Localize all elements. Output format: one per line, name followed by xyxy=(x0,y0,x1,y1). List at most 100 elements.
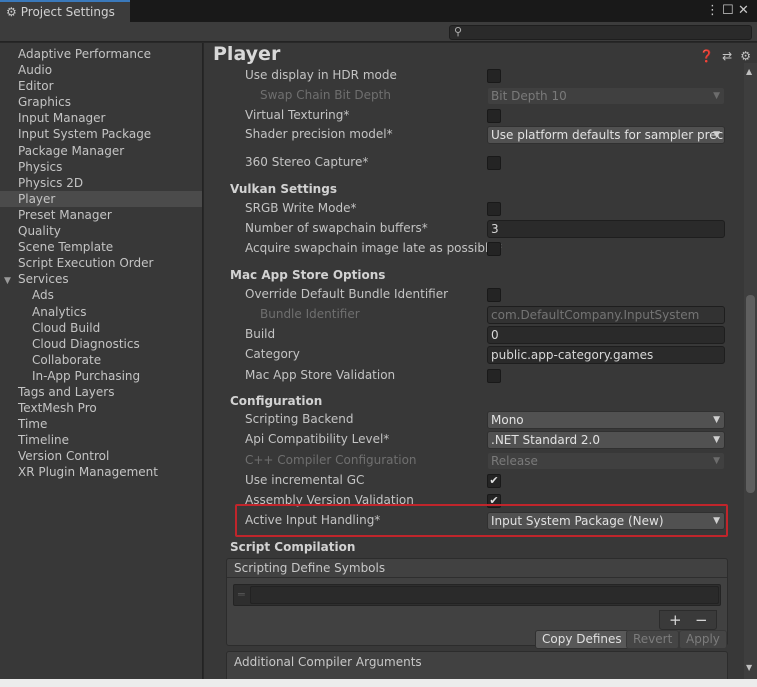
search-icon: ⚲ xyxy=(454,25,463,38)
chevron-down-icon: ▼ xyxy=(713,456,720,466)
sidebar-item-cloud-build[interactable]: Cloud Build xyxy=(0,320,202,336)
add-remove-controls: + − xyxy=(659,610,717,630)
override-bundle-checkbox[interactable] xyxy=(487,288,501,302)
sidebar-item-physics[interactable]: Physics xyxy=(0,159,202,175)
scripting-backend-dropdown[interactable]: Mono ▼ xyxy=(487,411,725,429)
sidebar-item-audio[interactable]: Audio xyxy=(0,62,202,78)
sidebar-item-time[interactable]: Time xyxy=(0,416,202,432)
row-label: C++ Compiler Configuration xyxy=(245,453,417,467)
sidebar-item-input-system-package[interactable]: Input System Package xyxy=(0,126,202,142)
sidebar-item-script-execution-order[interactable]: Script Execution Order xyxy=(0,255,202,271)
row-label: Bundle Identifier xyxy=(260,307,360,321)
row-incremental-gc: Use incremental GC ✔ xyxy=(204,472,734,490)
sidebar-item-preset-manager[interactable]: Preset Manager xyxy=(0,207,202,223)
remove-symbol-button[interactable]: − xyxy=(695,611,708,629)
additional-compiler-args-label: Additional Compiler Arguments xyxy=(234,655,422,669)
hdr-display-checkbox[interactable] xyxy=(487,69,501,83)
search-box[interactable]: ⚲ xyxy=(449,25,752,40)
sidebar-item-ads[interactable]: Ads xyxy=(0,287,202,303)
row-label: Shader precision model* xyxy=(245,127,393,141)
define-symbols-buttons: Copy Defines Revert Apply xyxy=(204,630,734,649)
settings-gear-icon[interactable]: ⚙ xyxy=(740,49,751,63)
scroll-up-icon[interactable]: ▲ xyxy=(746,67,752,76)
dropdown-value: .NET Standard 2.0 xyxy=(491,433,601,447)
tab-project-settings[interactable]: ⚙ Project Settings xyxy=(0,0,130,22)
row-mas-validation: Mac App Store Validation xyxy=(204,367,734,385)
row-label: Scripting Backend xyxy=(245,412,354,426)
sidebar-item-package-manager[interactable]: Package Manager xyxy=(0,143,202,159)
sidebar-item-analytics[interactable]: Analytics xyxy=(0,304,202,320)
row-label: Acquire swapchain image late as possible… xyxy=(245,241,502,255)
sidebar-item-textmesh-pro[interactable]: TextMesh Pro xyxy=(0,400,202,416)
row-label: 360 Stereo Capture* xyxy=(245,155,369,169)
help-icon[interactable]: ❓ xyxy=(699,49,714,63)
maximize-icon[interactable]: ☐ xyxy=(722,3,734,18)
apply-button: Apply xyxy=(679,630,727,649)
incremental-gc-checkbox[interactable]: ✔ xyxy=(487,474,501,488)
define-symbol-input[interactable] xyxy=(250,586,719,604)
fold-down-icon[interactable]: ▼ xyxy=(4,273,18,289)
sidebar-item-player[interactable]: Player xyxy=(0,190,202,207)
sidebar-item-timeline[interactable]: Timeline xyxy=(0,432,202,448)
define-symbols-entry: ═ xyxy=(233,584,721,606)
sidebar-item-adaptive-performance[interactable]: Adaptive Performance xyxy=(0,46,202,62)
stereo-capture-checkbox[interactable] xyxy=(487,156,501,170)
sidebar-item-cloud-diagnostics[interactable]: Cloud Diagnostics xyxy=(0,336,202,352)
vertical-scrollbar[interactable]: ▲ ▼ xyxy=(744,63,757,679)
tab-title: Project Settings xyxy=(20,5,115,19)
sidebar-item-scene-template[interactable]: Scene Template xyxy=(0,239,202,255)
close-icon[interactable]: ✕ xyxy=(738,3,749,18)
srgb-write-checkbox[interactable] xyxy=(487,202,501,216)
row-srgb-write: SRGB Write Mode* xyxy=(204,200,734,218)
mas-validation-checkbox[interactable] xyxy=(487,369,501,383)
sidebar-item-in-app-purchasing[interactable]: In-App Purchasing xyxy=(0,368,202,384)
sidebar-item-quality[interactable]: Quality xyxy=(0,223,202,239)
category-input[interactable]: public.app-category.games xyxy=(487,346,725,364)
sidebar-item-tags-and-layers[interactable]: Tags and Layers xyxy=(0,384,202,400)
sidebar-item-editor[interactable]: Editor xyxy=(0,78,202,94)
window-bottom-edge xyxy=(0,679,757,687)
dropdown-value: Bit Depth 10 xyxy=(491,89,567,103)
acquire-late-checkbox[interactable] xyxy=(487,242,501,256)
row-override-bundle: Override Default Bundle Identifier xyxy=(204,286,734,304)
row-label: Virtual Texturing* xyxy=(245,108,350,122)
row-label: Override Default Bundle Identifier xyxy=(245,287,449,301)
scrollbar-thumb[interactable] xyxy=(746,295,755,493)
row-shader-precision: Shader precision model* Use platform def… xyxy=(204,126,734,144)
virtual-texturing-checkbox[interactable] xyxy=(487,109,501,123)
build-input[interactable]: 0 xyxy=(487,326,725,344)
copy-defines-button[interactable]: Copy Defines xyxy=(535,630,629,649)
sidebar-item-physics-2d[interactable]: Physics 2D xyxy=(0,175,202,191)
row-label: Api Compatibility Level* xyxy=(245,432,390,446)
sidebar-item-services[interactable]: ▼ Services xyxy=(0,271,202,287)
swap-chain-dropdown: Bit Depth 10 ▼ xyxy=(487,87,725,105)
sidebar-item-xr-plugin-management[interactable]: XR Plugin Management xyxy=(0,464,202,480)
cpp-config-dropdown: Release ▼ xyxy=(487,452,725,470)
swapchain-buffers-input[interactable]: 3 xyxy=(487,220,725,238)
sidebar-item-collaborate[interactable]: Collaborate xyxy=(0,352,202,368)
shader-precision-dropdown[interactable]: Use platform defaults for sampler preci ▼ xyxy=(487,126,725,144)
row-acquire-late: Acquire swapchain image late as possible… xyxy=(204,240,734,258)
scroll-down-icon[interactable]: ▼ xyxy=(746,663,752,672)
chevron-down-icon: ▼ xyxy=(713,435,720,445)
chevron-down-icon: ▼ xyxy=(713,130,720,140)
dropdown-value: Mono xyxy=(491,413,524,427)
api-level-dropdown[interactable]: .NET Standard 2.0 ▼ xyxy=(487,431,725,449)
preset-icon[interactable]: ⇄ xyxy=(722,49,732,63)
row-category: Category public.app-category.games xyxy=(204,346,734,364)
sidebar-item-input-manager[interactable]: Input Manager xyxy=(0,110,202,126)
sidebar-item-graphics[interactable]: Graphics xyxy=(0,94,202,110)
dropdown-value: Release xyxy=(491,454,538,468)
row-label: Mac App Store Validation xyxy=(245,368,396,382)
sidebar-item-version-control[interactable]: Version Control xyxy=(0,448,202,464)
row-virtual-texturing: Virtual Texturing* xyxy=(204,107,734,125)
add-symbol-button[interactable]: + xyxy=(669,611,682,629)
gear-icon: ⚙ xyxy=(6,5,17,19)
drag-handle-icon[interactable]: ═ xyxy=(238,588,245,601)
row-label: SRGB Write Mode* xyxy=(245,201,357,215)
row-label: Build xyxy=(245,327,276,341)
row-cpp-config: C++ Compiler Configuration Release ▼ xyxy=(204,452,734,470)
title-bar: ⚙ Project Settings ⋮ ☐ ✕ xyxy=(0,0,757,22)
search-input[interactable] xyxy=(468,26,748,39)
more-options-icon[interactable]: ⋮ xyxy=(706,3,719,18)
